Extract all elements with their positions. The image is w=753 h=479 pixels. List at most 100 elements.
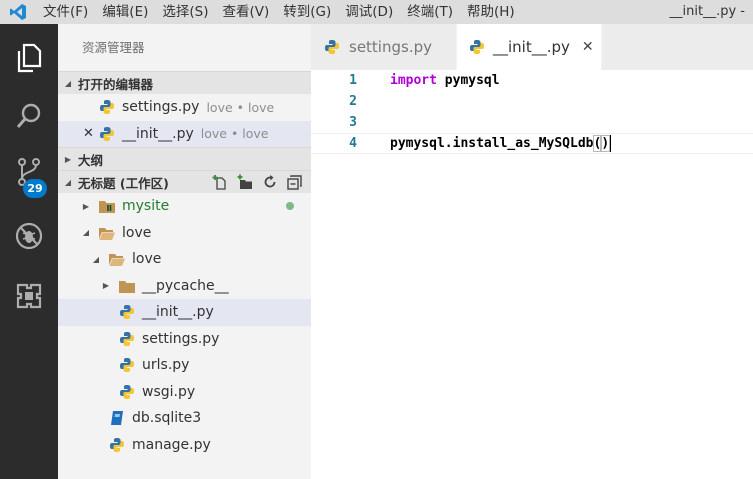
tab-label: __init__.py [493,38,570,56]
open-editor-item-settings[interactable]: settings.py love • love [58,94,311,121]
tab-label: settings.py [349,38,432,56]
workspace-header[interactable]: ◢ 无标题 (工作区) [58,170,311,193]
open-editors-header[interactable]: ◢ 打开的编辑器 [58,71,311,94]
tree-item-label: urls.py [142,357,190,374]
extensions-icon[interactable] [0,272,58,320]
tree-item-db-sqlite3[interactable]: db.sqlite3 [58,405,311,432]
tree-item-love-package[interactable]: ◢ love [58,246,311,273]
python-file-icon [108,437,126,453]
tree-item-urls-py[interactable]: urls.py [58,352,311,379]
chevron-down-icon: ◢ [92,254,100,264]
tree-item-init-py[interactable]: __init__.py [58,299,311,326]
code-line: 3 [311,112,753,133]
python-file-icon [118,357,136,373]
window-title: __init__.py - [669,4,745,19]
workspace-label: 无标题 (工作区) [78,175,169,191]
menu-bar: 文件(F) 编辑(E) 选择(S) 查看(V) 转到(G) 调试(D) 终端(T… [36,0,522,24]
chevron-down-icon: ◢ [64,177,72,187]
tree-item-manage-py[interactable]: manage.py [58,432,311,459]
tree-item-mysite[interactable]: ▶ mysite [58,193,311,220]
python-file-icon [118,384,136,400]
activity-bar: 29 [0,24,58,479]
python-file-icon [469,39,485,55]
code-line: 1 import pymysql [311,70,753,91]
refresh-icon[interactable] [262,174,278,190]
code-text: pymysql.install_as_MySQLdb() [390,135,612,152]
tree-item-label: db.sqlite3 [132,410,202,427]
menu-terminal[interactable]: 终端(T) [400,0,460,24]
chevron-down-icon: ◢ [64,78,72,88]
open-editors-label: 打开的编辑器 [78,76,154,92]
tree-item-pycache[interactable]: ▶ __pycache__ [58,273,311,300]
menu-file[interactable]: 文件(F) [36,0,95,24]
python-file-icon [98,126,116,142]
folder-open-icon [108,251,126,267]
search-icon[interactable] [0,92,58,140]
open-editor-filename: __init__.py [122,125,194,142]
folder-open-icon [98,225,116,241]
tree-item-settings-py[interactable]: settings.py [58,326,311,353]
current-code-line: 4 pymysql.install_as_MySQLdb() [311,133,753,154]
database-file-icon [108,410,126,426]
new-file-icon[interactable] [212,174,228,190]
tree-item-label: manage.py [132,436,211,453]
line-number: 1 [349,73,357,88]
menu-debug[interactable]: 调试(D) [338,0,400,24]
tree-item-label: wsgi.py [142,383,196,400]
python-file-icon [323,39,341,55]
folder-icon [118,278,136,294]
open-editor-item-init[interactable]: ✕ __init__.py love • love [58,120,311,147]
outline-header[interactable]: ▶ 大纲 [58,147,311,170]
tree-item-label: love [122,224,152,241]
menu-selection[interactable]: 选择(S) [155,0,215,24]
keyword-token: import [390,73,437,88]
django-folder-icon [98,198,116,214]
debug-icon[interactable] [0,212,58,260]
explorer-sidebar: 资源管理器 ◢ 打开的编辑器 settings.py love • love ✕… [58,24,311,479]
close-icon[interactable]: ✕ [582,39,594,55]
chevron-right-icon: ▶ [64,154,72,164]
python-file-icon [98,99,116,115]
open-editor-path: love • love [200,126,269,142]
menu-help[interactable]: 帮助(H) [460,0,522,24]
tree-item-label: __init__.py [142,304,214,321]
collapse-all-icon[interactable] [287,174,303,190]
tree-item-label: love [132,251,162,268]
tree-item-label: mysite [122,198,170,215]
code-editor[interactable]: 1 import pymysql 2 3 4 pymysql.install_a… [311,70,753,479]
tree-item-love-root[interactable]: ◢ love [58,220,311,247]
module-token: pymysql [436,73,500,88]
open-editor-filename: settings.py [122,99,200,116]
sidebar-title: 资源管理器 [82,40,145,55]
menu-go[interactable]: 转到(G) [276,0,338,24]
line-number: 3 [349,115,357,130]
code-line: 2 [311,91,753,112]
git-status-dot [286,202,294,211]
new-folder-icon[interactable] [237,174,253,190]
code-text: import pymysql [390,73,500,88]
line-number: 2 [349,94,357,109]
open-editor-path: love • love [206,99,275,115]
tree-item-label: settings.py [142,330,220,347]
outline-label: 大纲 [78,152,104,168]
tab-settings-py[interactable]: settings.py [311,24,457,70]
line-number: 4 [349,136,357,151]
editor-tabs: settings.py __init__.py ✕ [311,24,753,70]
chevron-down-icon: ◢ [82,228,90,238]
menu-edit[interactable]: 编辑(E) [95,0,155,24]
title-bar: 文件(F) 编辑(E) 选择(S) 查看(V) 转到(G) 调试(D) 终端(T… [0,0,753,24]
scm-count-badge: 29 [23,179,47,198]
python-file-icon [118,331,136,347]
close-icon[interactable]: ✕ [83,126,94,141]
vscode-logo-icon [0,0,36,24]
explorer-icon[interactable] [0,34,58,82]
tree-item-label: __pycache__ [142,277,229,294]
call-token: pymysql.install_as_MySQLdb [390,136,594,151]
tab-init-py[interactable]: __init__.py ✕ [457,24,602,70]
chevron-right-icon: ▶ [82,201,90,211]
text-cursor [609,135,612,152]
bracket-close: ) [600,135,611,152]
menu-view[interactable]: 查看(V) [216,0,277,24]
tree-item-wsgi-py[interactable]: wsgi.py [58,379,311,406]
chevron-right-icon: ▶ [102,281,110,291]
